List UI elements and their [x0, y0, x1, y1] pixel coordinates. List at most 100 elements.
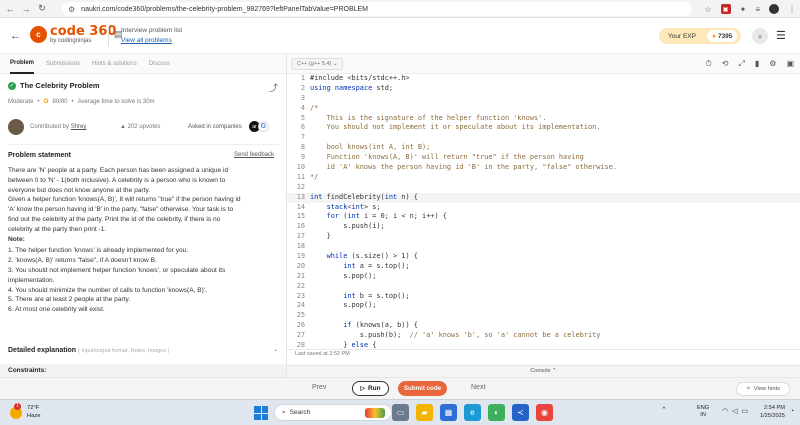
back-arrow-icon[interactable]: ← [10, 30, 21, 42]
wifi-icon: ◠ [722, 408, 729, 415]
notification-bell-icon[interactable]: ◔ [790, 408, 794, 415]
view-all-problems-link[interactable]: View all problems [121, 37, 172, 44]
code-line[interactable]: 4 /* [287, 104, 800, 114]
tab-hints-solutions[interactable]: Hints & solutions [92, 55, 137, 73]
run-button[interactable]: ▷ Run [352, 381, 389, 396]
timer-icon[interactable]: ⏱ [706, 59, 712, 69]
layout-icon[interactable]: ▣ [786, 59, 794, 69]
line-number: 4 [300, 103, 305, 112]
line-number: 18 [296, 242, 305, 251]
next-button[interactable]: Next [471, 384, 485, 391]
store-icon[interactable]: ▦ [440, 404, 457, 421]
code-line[interactable]: 8 bool knows(int A, int B); [287, 143, 800, 153]
address-bar[interactable]: ⚙ naukri.com/code360/problems/the-celebr… [62, 2, 692, 16]
code-area[interactable]: 1 #include <bits/stdc++.h> 2 using namespac… [287, 74, 800, 349]
chrome-icon[interactable]: ◉ [536, 404, 553, 421]
user-avatar[interactable]: ● [752, 28, 768, 44]
code-line[interactable]: 20 int a = s.top(); [287, 262, 800, 272]
extension-icon[interactable]: ▣ [720, 4, 731, 14]
reset-icon[interactable]: ⟲ [722, 59, 729, 69]
hamburger-menu-icon[interactable]: ☰ [776, 29, 786, 42]
bookmark-icon[interactable]: ▮ [755, 59, 759, 69]
code-line[interactable]: 11 */ [287, 173, 800, 183]
weather-widget[interactable]: 1 72°F Haze [10, 402, 41, 420]
code-line[interactable]: 5 This is the signature of the helper fu… [287, 114, 800, 124]
code-line[interactable]: 12 [287, 183, 800, 193]
code-line[interactable]: 23 int b = s.top(); [287, 292, 800, 302]
code-line[interactable]: 17 } [287, 232, 800, 242]
code-line[interactable]: 19 while (s.size() > 1) { [287, 252, 800, 262]
reload-icon[interactable]: ↻ [36, 3, 48, 15]
media-icon[interactable]: ≡ [755, 5, 760, 14]
chevron-up-icon: ⌃ [552, 368, 557, 374]
language-indicator[interactable]: ENG IN [697, 405, 709, 419]
code-line[interactable]: 27 s.push(b); // 'a' knows 'b', so 'a' c… [287, 331, 800, 341]
code-line[interactable]: 18 [287, 242, 800, 252]
code-line[interactable]: 16 s.push(i); [287, 222, 800, 232]
code-line[interactable]: 6 You should not implement it or specula… [287, 123, 800, 133]
code-text: s.pop(); [310, 301, 377, 310]
code-text: for (int i = 0; i < n; i++) { [326, 212, 447, 221]
site-info-icon[interactable]: ⚙ [68, 5, 75, 14]
constraints-header[interactable]: Constraints: [0, 364, 286, 377]
extensions-puzzle-icon[interactable]: ✦ [740, 5, 747, 14]
prev-button[interactable]: Prev [312, 384, 326, 391]
code-line[interactable]: 25 [287, 311, 800, 321]
code-line[interactable]: 28 } else { [287, 341, 800, 349]
browser-toolbar: ← → ↻ ⚙ naukri.com/code360/problems/the-… [0, 0, 800, 18]
send-feedback-link[interactable]: Send feedback [234, 152, 274, 158]
exp-badge[interactable]: Your EXP ● 7395 [659, 28, 741, 44]
tab-submissions[interactable]: Submissions [46, 55, 80, 73]
tab-problem[interactable]: Problem [10, 54, 35, 74]
file-explorer-icon[interactable]: ▰ [416, 404, 433, 421]
tab-discuss[interactable]: Discuss [149, 55, 170, 73]
system-tray[interactable]: ◠ ◁ ▭ [722, 407, 748, 415]
detailed-explanation-toggle[interactable]: Detailed explanation ( Input/output form… [8, 347, 280, 354]
code360-logo[interactable]: c code 360 by codingninjas [30, 25, 116, 44]
company-logos[interactable]: ar G [249, 121, 269, 132]
taskbar-clock[interactable]: 2:54 PM 1/25/2025 [760, 405, 785, 420]
code-line[interactable]: 21 s.pop(); [287, 272, 800, 282]
code-text: This is the signature of the helper func… [310, 113, 547, 122]
play-icon: ▷ [360, 386, 365, 392]
upvotes[interactable]: ▲ 202 upvotes [120, 124, 160, 130]
contributor-link[interactable]: Shrey [71, 124, 87, 130]
code-line[interactable]: 3 [287, 94, 800, 104]
browser-menu-icon[interactable]: ⋮ [788, 5, 796, 14]
code-line[interactable]: 7 [287, 133, 800, 143]
language-select[interactable]: C++ (g++ 5.4) ⌄ [291, 58, 344, 70]
divider [8, 144, 279, 145]
code-line[interactable]: 14 stack<int> s; [287, 203, 800, 213]
code-line[interactable]: 26 if (knows(a, b)) { [287, 321, 800, 331]
code-line[interactable]: 15 for (int i = 0; i < n; i++) { [287, 212, 800, 222]
share-icon[interactable]: ⤴ [269, 81, 278, 94]
view-hints-button[interactable]: ✧ View hints [736, 382, 790, 396]
profile-avatar[interactable] [769, 4, 779, 14]
code-line[interactable]: 2 using namespace std; [287, 84, 800, 94]
fullscreen-icon[interactable]: ⤢ [738, 59, 744, 69]
editor-toolbar: C++ (g++ 5.4) ⌄ ⏱ ⟲ ⤢ ▮ ⚙ ▣ [287, 54, 800, 74]
run-label: Run [367, 385, 381, 392]
code-line[interactable]: 1 #include <bits/stdc++.h> [287, 74, 800, 84]
edge-icon[interactable]: e [464, 404, 481, 421]
submit-code-button[interactable]: Submit code [398, 381, 447, 396]
taskbar-search[interactable]: ⌕ Search [274, 404, 392, 421]
task-view-icon[interactable]: ▭ [392, 404, 409, 421]
statement-line: 'A' know the person having id 'B' in the… [8, 206, 234, 214]
app-icon[interactable]: ◐ [488, 404, 505, 421]
forward-icon[interactable]: → [20, 3, 32, 15]
code-line[interactable]: 13 int findCelebrity(int n) { [287, 192, 800, 203]
code-line[interactable]: 10 id 'A' knows the person having id 'B'… [287, 163, 800, 173]
view-hints-label: View hints [753, 386, 781, 392]
console-toggle[interactable]: Console ⌃ [287, 365, 800, 377]
code-line[interactable]: 9 Function 'knows(A, B)' will return "tr… [287, 153, 800, 163]
code-line[interactable]: 24 s.pop(); [287, 301, 800, 311]
vscode-icon[interactable]: ≺ [512, 404, 529, 421]
back-icon[interactable]: ← [4, 3, 16, 15]
settings-gear-icon[interactable]: ⚙ [769, 59, 776, 69]
code-line[interactable]: 22 [287, 282, 800, 292]
tray-chevron-icon[interactable]: ⌃ [661, 406, 667, 414]
windows-start-icon[interactable] [254, 406, 268, 420]
line-number: 28 [296, 341, 305, 349]
bookmark-star-icon[interactable]: ☆ [704, 5, 711, 14]
